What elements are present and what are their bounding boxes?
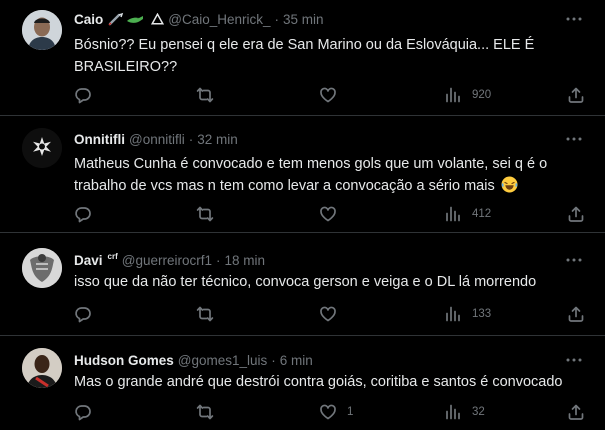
views-button[interactable]: 412 [444, 205, 491, 223]
name-badge-text: crf [107, 252, 118, 261]
like-button[interactable]: 1 [319, 403, 353, 421]
tweet-header: Onnitifli @onnitifli · 32 min [74, 129, 238, 149]
view-count: 133 [472, 308, 492, 320]
share-button[interactable] [567, 205, 585, 223]
crocodile-emoji-icon [127, 16, 144, 23]
share-button[interactable] [567, 86, 585, 104]
tweet-text: isso que da não ter técnico, convoca ger… [74, 274, 537, 290]
timestamp[interactable]: 18 min [225, 253, 266, 268]
more-options-icon[interactable] [565, 10, 583, 28]
more-options-icon[interactable] [565, 351, 583, 369]
retweet-icon [196, 305, 214, 323]
display-name[interactable]: Davi [74, 253, 103, 268]
avatar[interactable] [22, 10, 62, 50]
views-icon [444, 86, 462, 104]
avatar[interactable] [22, 128, 62, 168]
separator-dot: · [216, 252, 221, 268]
reply-icon [74, 205, 92, 223]
tweet-davi[interactable]: Davi crf @guerreirocrf1 · 18 min isso qu… [0, 233, 605, 336]
display-name[interactable]: Onnitifli [74, 132, 125, 147]
view-count: 32 [472, 406, 485, 418]
like-icon [319, 403, 337, 421]
reply-button[interactable] [74, 86, 102, 104]
views-icon [444, 305, 462, 323]
tweet-header: Davi crf @guerreirocrf1 · 18 min [74, 250, 265, 270]
retweet-icon [196, 205, 214, 223]
tweet-onnitifli[interactable]: Onnitifli @onnitifli · 32 min Matheus Cu… [0, 116, 605, 233]
reply-button[interactable] [74, 305, 102, 323]
share-button[interactable] [567, 403, 585, 421]
retweet-button[interactable] [196, 403, 224, 421]
like-button[interactable] [319, 86, 347, 104]
views-button[interactable]: 920 [444, 86, 491, 104]
syringe-emoji-icon [108, 12, 124, 26]
action-bar: 1 32 [74, 403, 589, 421]
share-button[interactable] [567, 305, 585, 323]
tweet-text: Matheus Cunha é convocado e tem menos go… [74, 153, 584, 200]
share-icon [567, 305, 585, 323]
retweet-button[interactable] [196, 205, 224, 223]
reply-icon [74, 403, 92, 421]
action-bar: 920 [74, 86, 589, 104]
display-name[interactable]: Caio [74, 12, 103, 27]
reply-button[interactable] [74, 403, 102, 421]
timestamp[interactable]: 35 min [283, 12, 324, 27]
avatar[interactable] [22, 348, 62, 388]
like-icon [319, 305, 337, 323]
handle[interactable]: @onnitifli [129, 132, 185, 147]
tweet-caio[interactable]: Caio 💉🐊 △ @Caio_Henrick_ · 35 min Bósnio… [0, 0, 605, 116]
action-bar: 412 [74, 205, 589, 223]
more-options-icon[interactable] [565, 251, 583, 269]
separator-dot: · [274, 11, 280, 27]
view-count: 920 [472, 89, 492, 101]
like-button[interactable] [319, 205, 347, 223]
tweet-header: Hudson Gomes @gomes1_luis · 6 min [74, 350, 313, 370]
retweet-button[interactable] [196, 86, 224, 104]
reply-icon [74, 305, 92, 323]
share-icon [567, 205, 585, 223]
triangle-symbol-icon [151, 13, 165, 25]
views-button[interactable]: 32 [444, 403, 485, 421]
reply-icon [74, 86, 92, 104]
views-icon [444, 403, 462, 421]
tweet-hudson-gomes[interactable]: Hudson Gomes @gomes1_luis · 6 min Mas o … [0, 336, 605, 430]
name-emoji-badges: 💉🐊 △ [108, 12, 165, 26]
timestamp[interactable]: 32 min [197, 132, 238, 147]
views-icon [444, 205, 462, 223]
timestamp[interactable]: 6 min [280, 353, 313, 368]
avatar[interactable] [22, 248, 62, 288]
reply-button[interactable] [74, 205, 102, 223]
views-button[interactable]: 133 [444, 305, 491, 323]
retweet-button[interactable] [196, 305, 224, 323]
tweet-text-body: Matheus Cunha é convocado e tem menos go… [74, 156, 548, 194]
tweet-header: Caio 💉🐊 △ @Caio_Henrick_ · 35 min [74, 9, 324, 29]
view-count: 412 [472, 208, 492, 220]
separator-dot: · [188, 131, 194, 147]
handle[interactable]: @gomes1_luis [178, 353, 268, 368]
action-bar: 133 [74, 305, 589, 323]
tweet-text: Mas o grande andré que destrói contra go… [74, 374, 563, 390]
handle[interactable]: @Caio_Henrick_ [168, 12, 270, 27]
share-icon [567, 86, 585, 104]
like-count: 1 [347, 406, 354, 418]
laughing-emoji-icon [501, 176, 518, 200]
share-icon [567, 403, 585, 421]
like-icon [319, 86, 337, 104]
like-button[interactable] [319, 305, 347, 323]
retweet-icon [196, 86, 214, 104]
separator-dot: · [271, 352, 276, 368]
handle[interactable]: @guerreirocrf1 [122, 253, 212, 268]
retweet-icon [196, 403, 214, 421]
like-icon [319, 205, 337, 223]
tweet-text: Bósnio?? Eu pensei q ele era de San Mari… [74, 37, 535, 75]
more-options-icon[interactable] [565, 130, 583, 148]
display-name[interactable]: Hudson Gomes [74, 353, 174, 368]
